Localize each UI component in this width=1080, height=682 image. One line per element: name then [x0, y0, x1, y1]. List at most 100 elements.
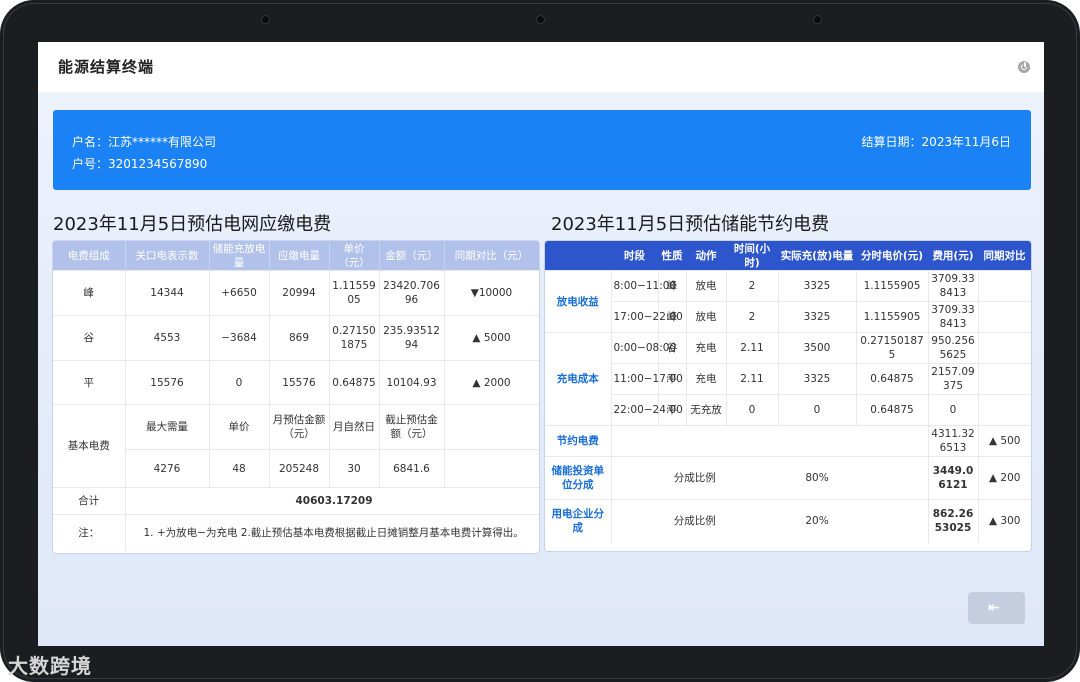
cost: 950.2565625 — [928, 332, 979, 364]
energy: 3325 — [778, 270, 857, 302]
unit-price: 1.1155905 — [329, 270, 380, 316]
basic-fee-label: 基本电费 — [53, 404, 126, 488]
power-icon[interactable] — [1018, 61, 1030, 73]
column-header: 应缴电量 — [269, 241, 330, 271]
storage-energy: −3684 — [209, 315, 270, 361]
unit-price: 48 — [209, 449, 270, 488]
amount: 10104.93 — [379, 360, 445, 405]
action: 放电 — [686, 270, 727, 302]
storage-saving-table: 时段 性质 动作 时间(小时) 实际充(放)电量 分时电价(元) 费用(元) 同… — [545, 241, 1031, 543]
cutoff-estimate: 6841.6 — [379, 449, 445, 488]
column-header: 关口电表示数 — [125, 241, 210, 271]
period-name: 平 — [53, 360, 126, 405]
monthly-estimate: 205248 — [269, 449, 330, 488]
column-header: 时段 — [611, 241, 658, 271]
payable-energy: 15576 — [269, 360, 330, 405]
tablet-frame: 能源结算终端 户名：江苏******有限公司 户号：3201234567890 … — [0, 0, 1080, 682]
sensor-dot — [261, 15, 270, 24]
tou-price: 1.1155905 — [856, 270, 929, 302]
saving-compare: ▲ 500 — [978, 425, 1031, 457]
note-text: 1. +为放电−为充电 2.截止预估基本电费根据截止日摊销整月基本电费计算得出。 — [125, 514, 539, 551]
investor-compare: ▲ 200 — [978, 456, 1031, 500]
meter-reading: 14344 — [125, 270, 210, 316]
total-label: 合计 — [53, 487, 126, 515]
column-header: 最大需量 — [125, 404, 210, 450]
screen: 能源结算终端 户名：江苏******有限公司 户号：3201234567890 … — [38, 42, 1044, 646]
energy: 3325 — [778, 363, 857, 395]
front-camera — [536, 15, 545, 24]
column-header: 金额（元） — [379, 241, 445, 271]
tou-price: 0.64875 — [856, 363, 929, 395]
column-header: 截止预估金额（元） — [379, 404, 445, 450]
saving-label: 节约电费 — [545, 425, 612, 457]
tou-price: 0.64875 — [856, 394, 929, 426]
storage-saving-panel: 时段 性质 动作 时间(小时) 实际充(放)电量 分时电价(元) 费用(元) 同… — [544, 240, 1032, 552]
investor-cost: 3449.06121 — [928, 456, 979, 500]
tou-price: 1.1155905 — [856, 301, 929, 333]
cost: 2157.09375 — [928, 363, 979, 395]
total-value: 40603.17209 — [125, 487, 539, 515]
settlement-date: 结算日期：2023年11月6日 — [861, 135, 1011, 149]
investor-share-row: 储能投资单位分成 分成比例 80% 3449.06121 ▲ 200 — [545, 456, 1031, 500]
payable-energy: 20994 — [269, 270, 330, 316]
ratio-value: 20% — [778, 499, 856, 543]
column-header: 月自然日 — [329, 404, 380, 450]
storage-energy: +6650 — [209, 270, 270, 316]
grid-fee-table: 电费组成 关口电表示数 储能充放电量 应缴电量 单价（元） 金额（元） 同期对比… — [53, 241, 539, 551]
hours: 2.11 — [726, 363, 779, 395]
enterprise-cost: 862.2653025 — [928, 499, 979, 543]
title-bar: 能源结算终端 — [38, 42, 1044, 92]
unit-price: 0.271501875 — [329, 315, 380, 361]
column-header: 分时电价(元) — [856, 241, 928, 271]
basic-fee-value-row: 4276 48 205248 30 6841.6 — [53, 449, 539, 488]
cost: 3709.338413 — [928, 301, 979, 333]
table-row: 平 15576 0 15576 0.64875 10104.93 ▲ 2000 — [53, 360, 539, 405]
column-header: 月预估金额（元） — [269, 404, 330, 450]
action: 无充放 — [686, 394, 727, 426]
grid-fee-title: 2023年11月5日预估电网应缴电费 — [53, 214, 332, 235]
max-demand: 4276 — [125, 449, 210, 488]
column-header: 储能充放电量 — [209, 241, 270, 271]
table-header-row: 电费组成 关口电表示数 储能充放电量 应缴电量 单价（元） 金额（元） 同期对比… — [53, 241, 539, 271]
charge-cost-label: 充电成本 — [545, 332, 612, 426]
table-row: 17:00−22:00 峰 放电 2 3325 1.1155905 3709.3… — [545, 301, 1031, 333]
table-row: 22:00−24:00 平 无充放 0 0 0.64875 0 — [545, 394, 1031, 426]
column-header: 单价 — [209, 404, 270, 450]
column-header: 动作 — [686, 241, 726, 271]
basic-fee-header-row: 基本电费 最大需量 单价 月预估金额（元） 月自然日 截止预估金额（元） — [53, 404, 539, 488]
time-period: 17:00−22:00 — [611, 301, 683, 333]
back-button[interactable]: ⇤ — [968, 592, 1025, 624]
hours: 2 — [726, 301, 779, 333]
enterprise-share-label: 用电企业分成 — [545, 499, 612, 543]
note-label: 注： — [53, 514, 126, 551]
yoy-compare: ▲ 2000 — [444, 360, 539, 405]
action: 充电 — [686, 363, 727, 395]
enterprise-share-row: 用电企业分成 分成比例 20% 862.2653025 ▲ 300 — [545, 499, 1031, 543]
ratio-label: 分成比例 — [611, 499, 778, 543]
column-header: 时间(小时) — [726, 241, 778, 271]
energy: 0 — [778, 394, 857, 426]
column-header: 性质 — [658, 241, 686, 271]
table-row: 11:00−17:00 平 充电 2.11 3325 0.64875 2157.… — [545, 363, 1031, 395]
enterprise-compare: ▲ 300 — [978, 499, 1031, 543]
tou-price: 0.271501875 — [856, 332, 929, 364]
account-name: 户名：江苏******有限公司 — [72, 135, 217, 149]
table-header-row: 时段 性质 动作 时间(小时) 实际充(放)电量 分时电价(元) 费用(元) 同… — [545, 241, 1031, 271]
amount: 23420.70696 — [379, 270, 445, 316]
account-info-banner: 户名：江苏******有限公司 户号：3201234567890 结算日期：20… — [53, 110, 1031, 190]
table-row: 峰 14344 +6650 20994 1.1155905 23420.7069… — [53, 270, 539, 316]
account-number: 户号：3201234567890 — [72, 157, 208, 171]
table-row: 谷 4553 −3684 869 0.271501875 235.9351294… — [53, 315, 539, 361]
hours: 2 — [726, 270, 779, 302]
time-period: 11:00−17:00 — [611, 363, 683, 395]
exit-to-left-icon: ⇤ — [988, 600, 1000, 616]
cost: 3709.338413 — [928, 270, 979, 302]
total-row: 合计 40603.17209 — [53, 487, 539, 515]
storage-energy: 0 — [209, 360, 270, 405]
energy: 3500 — [778, 332, 857, 364]
column-header: 单价（元） — [329, 241, 380, 271]
ratio-label: 分成比例 — [611, 456, 778, 500]
column-header: 费用(元) — [928, 241, 978, 271]
yoy-compare: ▼10000 — [444, 270, 539, 316]
meter-reading: 4553 — [125, 315, 210, 361]
